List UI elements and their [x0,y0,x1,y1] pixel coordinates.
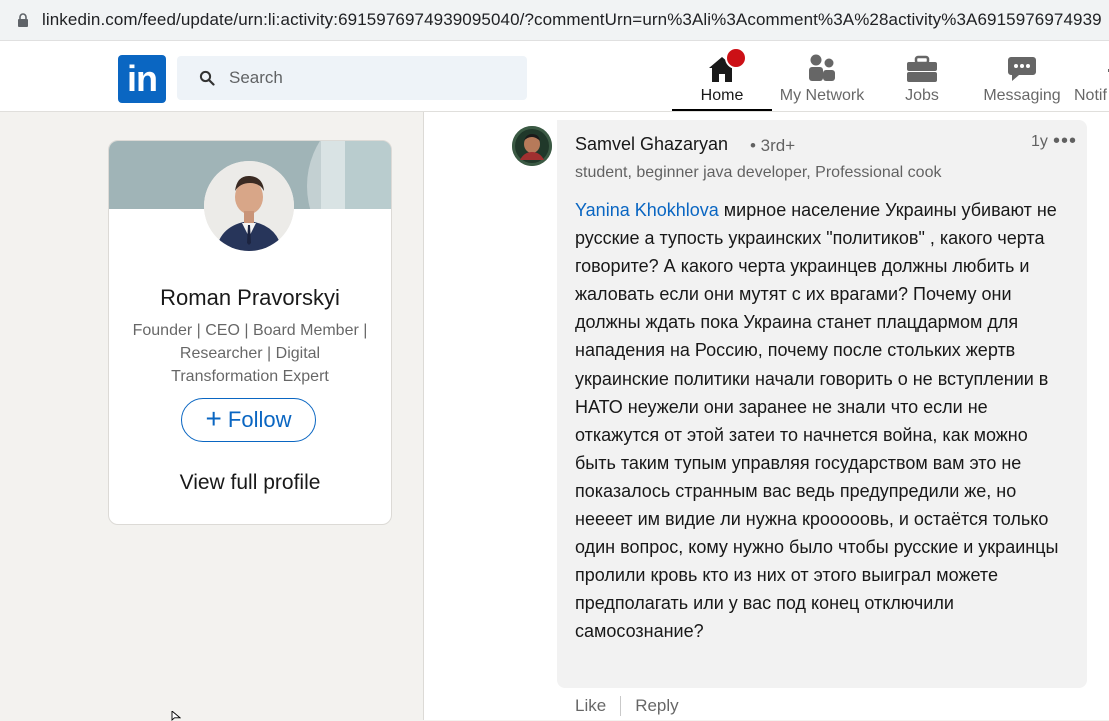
briefcase-icon [907,55,937,82]
divider [620,696,622,716]
comment-time: 1y [1031,133,1048,150]
profile-card: Roman Pravorskyi Founder | CEO | Board M… [108,140,392,525]
mention-link[interactable]: Yanina Khokhlova [575,200,719,220]
chat-icon [1008,57,1036,81]
comment-author-headline: student, beginner java developer, Profes… [575,164,942,181]
comment-actions: Like Reply [575,696,679,716]
profile-headline: Founder | CEO | Board Member | Researche… [132,322,368,385]
view-full-profile-link[interactable]: View full profile [109,471,391,495]
nav-label-jobs: Jobs [905,87,939,104]
follow-button[interactable]: + Follow [181,398,316,442]
bell-icon [1108,69,1109,72]
avatar[interactable] [204,161,294,251]
nav-item-home[interactable]: Home [672,47,772,111]
profile-name[interactable]: Roman Pravorskyi [109,285,391,311]
comment-text: Yanina Khokhlova мирное население Украин… [575,196,1070,646]
search-input[interactable] [227,67,501,89]
nav-item-messaging[interactable]: Messaging [978,49,1066,111]
comment-bubble: Samvel Ghazaryan • 3rd+ 1y ••• student, … [557,120,1087,688]
nav-item-notifications[interactable]: Notif [1074,49,1109,111]
url-text: linkedin.com/feed/update/urn:li:activity… [42,10,1102,29]
nav-item-jobs[interactable]: Jobs [880,49,964,111]
connection-degree: • 3rd+ [750,136,796,155]
linkedin-logo[interactable]: in [118,55,166,103]
nav-label-home: Home [700,87,744,104]
commenter-avatar[interactable] [512,126,552,166]
reply-button[interactable]: Reply [635,696,678,716]
left-sidebar: Roman Pravorskyi Founder | CEO | Board M… [0,112,424,720]
nav-label-notifications: Notif [1074,87,1107,104]
address-bar[interactable]: linkedin.com/feed/update/urn:li:activity… [0,0,1109,41]
nav-item-my-network[interactable]: My Network [774,49,870,111]
nav-label-messaging: Messaging [983,87,1061,104]
plus-icon: + [205,402,222,434]
search-box[interactable] [177,56,527,100]
more-options-icon[interactable]: ••• [1053,130,1077,153]
top-navigation: in Home My Network [0,41,1109,112]
people-icon [809,54,835,81]
follow-label: Follow [227,407,292,432]
comment-thread: Samvel Ghazaryan • 3rd+ 1y ••• student, … [424,112,1109,720]
comment-author[interactable]: Samvel Ghazaryan [575,134,728,155]
comment-body: мирное население Украины убивают не русс… [575,200,1059,642]
notification-badge [725,47,747,69]
lock-icon [18,13,28,27]
nav-label-my-network: My Network [779,87,865,104]
like-button[interactable]: Like [575,696,606,716]
search-icon [199,70,215,86]
